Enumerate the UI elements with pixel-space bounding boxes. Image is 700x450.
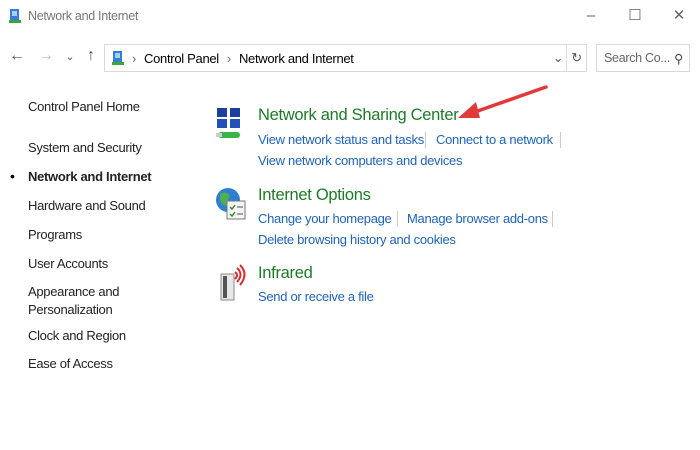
- sidebar-item-user-accounts[interactable]: User Accounts: [28, 255, 108, 273]
- sidebar-item-programs[interactable]: Programs: [28, 226, 82, 244]
- link-view-network-computers[interactable]: View network computers and devices: [258, 153, 462, 168]
- link-separator: [560, 132, 561, 148]
- link-separator: [425, 132, 426, 148]
- sidebar-item-hardware-and-sound[interactable]: Hardware and Sound: [28, 197, 146, 215]
- back-button[interactable]: ←: [8, 47, 26, 65]
- sidebar-item-control-panel-home[interactable]: Control Panel Home: [28, 98, 140, 116]
- refresh-button[interactable]: ↻: [566, 45, 586, 71]
- search-icon[interactable]: ⚲: [674, 51, 683, 66]
- breadcrumb-separator: ›: [132, 50, 137, 66]
- link-connect-to-network[interactable]: Connect to a network: [436, 132, 553, 147]
- annotation-arrow-icon: [458, 85, 548, 118]
- infrared-heading[interactable]: Infrared: [258, 264, 313, 283]
- infrared-icon: [220, 264, 246, 301]
- minimize-button[interactable]: –: [576, 4, 606, 28]
- breadcrumb-separator: ›: [226, 50, 231, 66]
- breadcrumb-control-panel[interactable]: Control Panel: [144, 51, 219, 66]
- address-dropdown-button[interactable]: ⌄: [550, 50, 566, 66]
- recent-locations-button[interactable]: ⌄: [61, 50, 79, 63]
- link-send-receive-file[interactable]: Send or receive a file: [258, 289, 374, 304]
- link-delete-browsing-history[interactable]: Delete browsing history and cookies: [258, 232, 456, 247]
- sidebar-item-system-and-security[interactable]: System and Security: [28, 139, 142, 157]
- search-input[interactable]: Search Co... ⚲: [596, 44, 690, 72]
- link-manage-addons[interactable]: Manage browser add-ons: [407, 211, 548, 226]
- sidebar-item-clock-and-region[interactable]: Clock and Region: [28, 327, 126, 345]
- forward-button[interactable]: →: [37, 47, 55, 65]
- maximize-button[interactable]: ☐: [620, 4, 650, 28]
- sidebar-item-appearance-and-personalization[interactable]: Appearance and Personalization: [28, 283, 128, 319]
- network-icon: [216, 108, 240, 138]
- link-separator: [552, 211, 553, 227]
- link-change-homepage[interactable]: Change your homepage: [258, 211, 392, 226]
- network-folder-icon: [112, 51, 124, 65]
- internet-options-heading[interactable]: Internet Options: [258, 186, 371, 205]
- sidebar-item-ease-of-access[interactable]: Ease of Access: [28, 355, 113, 373]
- globe-checklist-icon: [216, 188, 246, 220]
- sidebar-item-network-and-internet[interactable]: Network and Internet: [28, 168, 152, 186]
- network-folder-icon: [9, 9, 21, 23]
- active-bullet: •: [10, 168, 15, 184]
- window-title: Network and Internet: [28, 9, 139, 23]
- close-button[interactable]: ✕: [664, 4, 694, 28]
- link-view-network-status[interactable]: View network status and tasks: [258, 132, 424, 147]
- up-button[interactable]: ↑: [82, 47, 100, 65]
- breadcrumb-network-and-internet[interactable]: Network and Internet: [239, 51, 354, 66]
- network-and-sharing-center-heading[interactable]: Network and Sharing Center: [258, 106, 459, 125]
- link-separator: [397, 211, 398, 227]
- address-bar[interactable]: › Control Panel › Network and Internet ⌄…: [104, 44, 587, 72]
- search-placeholder: Search Co...: [604, 51, 670, 65]
